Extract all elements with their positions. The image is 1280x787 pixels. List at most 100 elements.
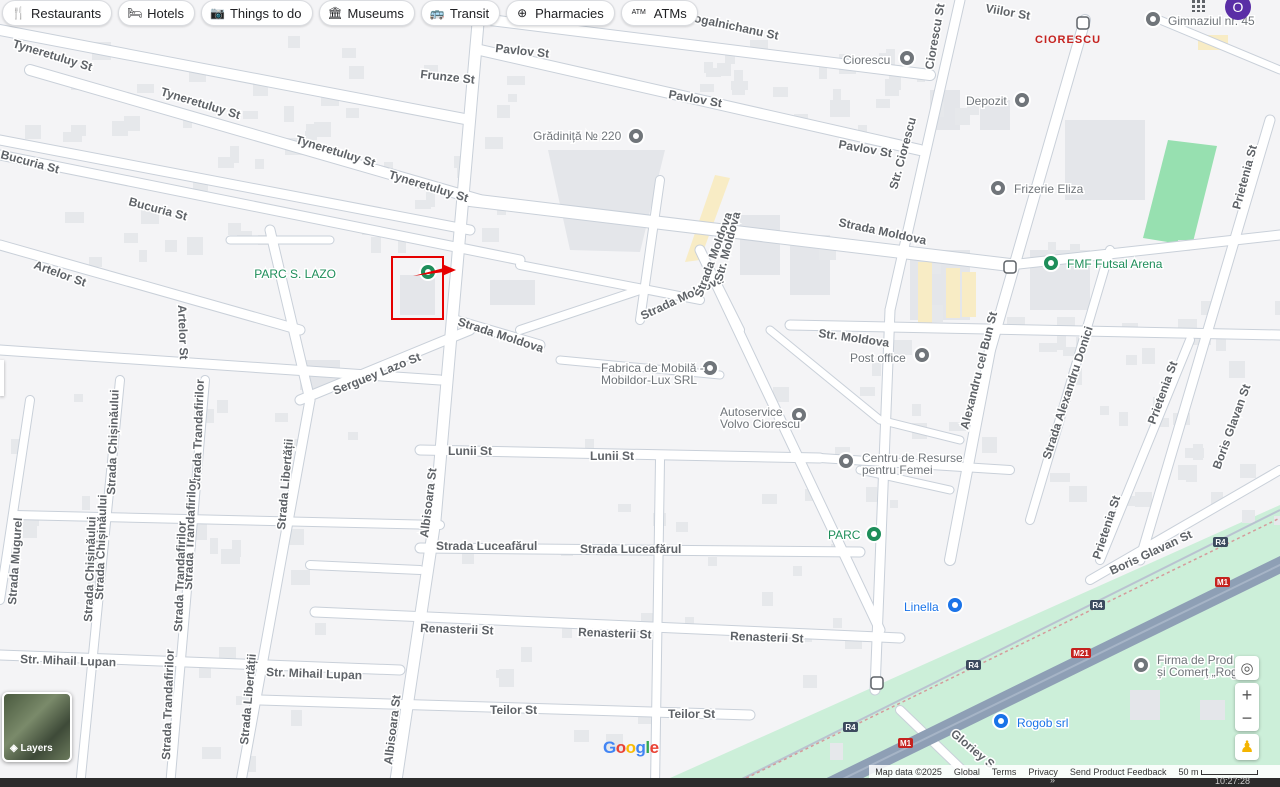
building [1193, 444, 1203, 460]
building [243, 111, 258, 119]
poi-label: pentru Femei [862, 463, 933, 477]
poi-dot [633, 133, 639, 139]
chip-restaurants[interactable]: 🍴 Restaurants [2, 0, 113, 26]
atm-icon: ATM [631, 9, 646, 16]
street-label: Renasterii St [420, 621, 494, 638]
camera-icon: 📷 [209, 6, 225, 20]
building [74, 394, 83, 402]
building [82, 496, 90, 510]
poi-label: Post office [850, 351, 906, 365]
building [507, 76, 525, 85]
street-label: Strada Luceafărul [580, 542, 681, 556]
building [885, 79, 899, 96]
road [306, 561, 424, 574]
chip-pharmacies[interactable]: ⊕ Pharmacies [506, 0, 615, 26]
avatar-letter: O [1232, 0, 1244, 15]
zoom-out-button[interactable]: − [1242, 707, 1253, 731]
zoom-in-button[interactable]: + [1242, 683, 1253, 707]
building [1142, 348, 1155, 364]
transit-stop[interactable] [870, 676, 884, 690]
chip-transit[interactable]: 🚌 Transit [420, 0, 501, 26]
poi-dot [871, 531, 877, 537]
scale-bar[interactable]: 50 m [1178, 767, 1258, 777]
street-label: Renasterii St [730, 629, 804, 646]
chip-label: Pharmacies [535, 5, 604, 21]
building [708, 557, 717, 566]
poi-label: Depozit [966, 94, 1007, 108]
building [255, 159, 264, 169]
building [1048, 242, 1056, 252]
chip-hotels[interactable]: 🛏 Hotels [118, 0, 195, 26]
building [700, 84, 714, 92]
building [1039, 343, 1057, 352]
building [866, 487, 877, 502]
road-badge: R4 [1090, 600, 1105, 610]
poi-marker[interactable]: Depozit [965, 91, 1031, 110]
scale-label: 50 m [1178, 766, 1199, 777]
building [1240, 464, 1256, 478]
building [1178, 465, 1197, 480]
feedback-link[interactable]: Send Product Feedback [1070, 767, 1167, 777]
building [217, 400, 228, 413]
poi-dot [1150, 16, 1156, 22]
chip-label: ATMs [653, 5, 687, 21]
poi-marker[interactable]: Frizerie Eliza [989, 179, 1085, 198]
building [202, 747, 221, 759]
building [482, 228, 499, 242]
chip-things-to-do[interactable]: 📷 Things to do [200, 0, 313, 26]
building [137, 84, 154, 93]
building [1119, 412, 1128, 426]
bus-stop-icon [1003, 260, 1017, 274]
transit-stop[interactable] [1003, 260, 1017, 274]
global-link[interactable]: Global [954, 767, 980, 777]
road-badge: M21 [1071, 648, 1091, 658]
poi-label: PARC S. LAZO [254, 267, 336, 281]
building [762, 494, 777, 504]
road-badge-label: R4 [845, 723, 856, 732]
poi-marker[interactable]: Rogob srl [992, 712, 1070, 732]
building [876, 99, 890, 108]
my-location-button[interactable]: ◎ [1235, 656, 1259, 680]
poi-label: Frizerie Eliza [1014, 182, 1084, 196]
building [1050, 473, 1070, 482]
poi-label: Rogob srl [1017, 716, 1068, 730]
bus-stop-icon [1076, 16, 1090, 30]
poi-dot [843, 458, 849, 464]
chip-atms[interactable]: ATM ATMs [620, 0, 698, 26]
chip-label: Things to do [229, 5, 302, 21]
chip-museums[interactable]: 🏛 Museums [318, 0, 415, 26]
road-badge-label: M1 [1217, 578, 1229, 587]
scale-line [1201, 769, 1258, 775]
road-badge-label: R4 [1215, 538, 1226, 547]
apps-grid-icon[interactable] [1192, 0, 1206, 12]
building [284, 106, 294, 122]
side-panel-toggle[interactable] [0, 360, 4, 396]
building [676, 522, 688, 532]
poi-dot [952, 602, 958, 608]
building [371, 237, 381, 253]
poi-label: Linella [904, 600, 939, 614]
street-view-pegman-button[interactable]: ♟ [1235, 734, 1259, 760]
poi-dot [1138, 662, 1144, 668]
street-label: Lunii St [590, 449, 634, 463]
building [912, 404, 921, 416]
building [349, 66, 364, 79]
building [833, 618, 842, 628]
poi-dot [1048, 260, 1054, 266]
poi-marker[interactable]: AutoserviceVolvo Ciorescu [719, 404, 808, 433]
building [288, 36, 300, 48]
poi-marker[interactable]: PARC [827, 525, 883, 544]
building [508, 94, 517, 102]
poi-dot [998, 718, 1004, 724]
terms-link[interactable]: Terms [992, 767, 1017, 777]
building [803, 675, 817, 688]
poi-label: Ciorescu [843, 53, 890, 67]
poi-label: Volvo Ciorescu [720, 417, 800, 431]
transit-stop[interactable] [1076, 16, 1090, 30]
poi-dot [904, 55, 910, 61]
road-badge: M1 [898, 738, 913, 748]
layers-button[interactable]: ◈ Layers [2, 692, 72, 762]
poi-marker[interactable]: Ciorescu [842, 49, 916, 69]
map-canvas[interactable]: Tyneretuluy StTyneretuluy StTyneretuluy … [0, 0, 1280, 787]
poi-marker[interactable]: Linella [903, 596, 964, 616]
